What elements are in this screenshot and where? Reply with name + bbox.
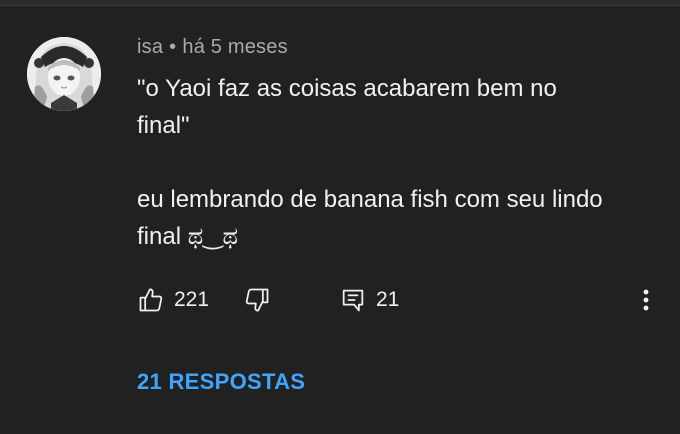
like-icon	[139, 288, 163, 312]
avatar-image	[27, 37, 101, 111]
comment-text: "o Yaoi faz as coisas acabarem bem no fi…	[137, 70, 657, 255]
comment-text-line: final"	[137, 112, 190, 139]
like-button[interactable]: 221	[137, 284, 209, 316]
reply-icon	[342, 289, 364, 312]
comment-text-line: "o Yaoi faz as coisas acabarem bem no	[137, 75, 557, 102]
view-replies-link[interactable]: 21 RESPOSTAS	[137, 369, 305, 395]
like-count: 221	[174, 288, 210, 311]
dislike-button[interactable]	[243, 284, 271, 316]
more-vert-icon	[643, 289, 649, 311]
top-divider	[0, 0, 680, 6]
more-options-button[interactable]	[634, 284, 658, 316]
reply-count: 21	[376, 288, 400, 311]
comment-text-line: final ಥ‿ಥ	[137, 223, 238, 250]
comment-text-line: eu lembrando de banana fish com seu lind…	[137, 186, 603, 213]
comment-actions: 221 21	[0, 284, 680, 320]
comment-meta: isa • há 5 meses	[137, 36, 288, 59]
dislike-icon	[245, 288, 269, 312]
reply-button[interactable]: 21	[339, 284, 399, 316]
author-name[interactable]: isa	[137, 36, 163, 58]
avatar[interactable]	[27, 37, 101, 111]
comment-time[interactable]: há 5 meses	[182, 36, 287, 58]
meta-separator: •	[169, 36, 177, 58]
